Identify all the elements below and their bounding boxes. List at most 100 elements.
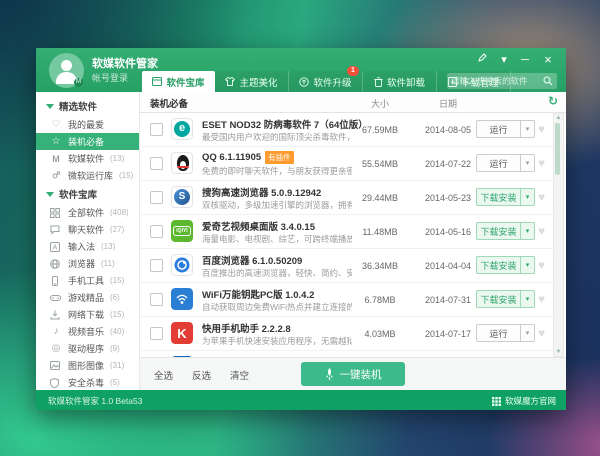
scrollbar-thumb[interactable] bbox=[555, 123, 560, 175]
search-icon[interactable] bbox=[543, 76, 553, 86]
close-button[interactable]: × bbox=[540, 53, 556, 67]
official-site-link[interactable]: 软媒魔方官网 bbox=[491, 395, 556, 407]
sidebar-item-all-software[interactable]: 全部软件 (408) bbox=[36, 204, 139, 221]
sidebar-item-ms-runtime[interactable]: 微软运行库 (15) bbox=[36, 167, 139, 184]
favorite-heart-icon[interactable]: ♥ bbox=[538, 292, 545, 306]
row-checkbox[interactable] bbox=[150, 123, 163, 136]
software-row[interactable]: QQ 6.1.11905有插件 免费的即时聊天软件，与朋友获得更亲密的沟通。 5… bbox=[140, 147, 554, 181]
row-checkbox[interactable] bbox=[150, 225, 163, 238]
install-button[interactable]: 下载安装 bbox=[476, 222, 521, 240]
sidebar-item-phone-tools[interactable]: 手机工具 (15) bbox=[36, 272, 139, 289]
install-button[interactable]: 下载安装 bbox=[476, 188, 521, 206]
sidebar-item-games[interactable]: 游戏精品 (6) bbox=[36, 289, 139, 306]
favorite-heart-icon[interactable]: ♥ bbox=[538, 190, 545, 204]
refresh-icon[interactable]: ↻ bbox=[548, 94, 558, 108]
action-dropdown-icon[interactable]: ▾ bbox=[521, 188, 535, 206]
sidebar: 精选软件 ♡ 我的最爱 ☆ 装机必备 M 软媒软件 (13) 微软运行库 (15… bbox=[36, 92, 140, 390]
software-date: 2014-04-04 bbox=[424, 261, 472, 271]
favorite-heart-icon[interactable]: ♥ bbox=[538, 258, 545, 272]
one-click-install-button[interactable]: 一键装机 bbox=[301, 362, 405, 386]
run-button[interactable]: 运行 bbox=[476, 324, 521, 342]
software-row[interactable]: K 快用手机助手 2.2.2.8 为苹果手机快速安装应用程序，无需越狱，含海量正… bbox=[140, 317, 554, 351]
software-row[interactable]: 百度浏览器 6.1.0.50209 百度推出的高速浏览器，轻快、简约、安全。 3… bbox=[140, 249, 554, 283]
tab-software-uninstall[interactable]: 软件卸载 bbox=[363, 71, 437, 92]
sidebar-item-input-method[interactable]: A 输入法 (13) bbox=[36, 238, 139, 255]
feedback-pen-icon[interactable] bbox=[474, 53, 490, 67]
action-button-group[interactable]: 下载安装 ▾ bbox=[476, 222, 535, 240]
grid-icon bbox=[50, 207, 62, 218]
avatar[interactable]: M bbox=[49, 53, 84, 88]
row-checkbox[interactable] bbox=[150, 259, 163, 272]
action-dropdown-icon[interactable]: ▾ bbox=[521, 222, 535, 240]
minimize-button[interactable]: ─ bbox=[517, 53, 533, 67]
sidebar-item-favorites[interactable]: ♡ 我的最爱 bbox=[36, 116, 139, 133]
software-desc: 百度推出的高速浏览器，轻快、简约、安全。 bbox=[202, 268, 352, 278]
software-name: 百度浏览器 6.1.0.50209 bbox=[202, 256, 303, 267]
software-date: 2014-05-16 bbox=[424, 227, 472, 237]
software-size: 29.44MB bbox=[361, 193, 399, 203]
software-row[interactable]: WiFi万能钥匙PC版 1.0.4.2 自动获取周边免费WiFi热点并建立连接的… bbox=[140, 283, 554, 317]
game-icon bbox=[50, 294, 62, 302]
m-logo-icon: M bbox=[52, 153, 60, 164]
sidebar-item-network-download[interactable]: 网络下载 (15) bbox=[36, 306, 139, 323]
row-checkbox[interactable] bbox=[150, 327, 163, 340]
tab-software-store[interactable]: 软件宝库 bbox=[142, 71, 215, 92]
invert-select-link[interactable]: 反选 bbox=[192, 368, 211, 382]
action-dropdown-icon[interactable]: ▾ bbox=[521, 154, 535, 172]
scrollbar[interactable]: ▲ ▼ bbox=[553, 113, 564, 357]
search-input[interactable]: 请输入想搜索的软件 bbox=[447, 73, 557, 89]
sidebar-item-essentials[interactable]: ☆ 装机必备 bbox=[36, 133, 139, 150]
sidebar-item-ruanmei-software[interactable]: M 软媒软件 (13) bbox=[36, 150, 139, 167]
favorite-heart-icon[interactable]: ♥ bbox=[538, 326, 545, 340]
software-desc: 自动获取周边免费WiFi热点并建立连接的电脑软件。 bbox=[202, 302, 352, 312]
scroll-up-icon[interactable]: ▲ bbox=[554, 114, 563, 122]
favorite-heart-icon[interactable]: ♥ bbox=[538, 122, 545, 136]
action-button-group[interactable]: 下载安装 ▾ bbox=[476, 188, 535, 206]
action-button-group[interactable]: 运行 ▾ bbox=[476, 120, 535, 138]
sidebar-item-video-music[interactable]: ♪ 视频音乐 (40) bbox=[36, 323, 139, 340]
row-checkbox[interactable] bbox=[150, 157, 163, 170]
clear-link[interactable]: 清空 bbox=[230, 368, 249, 382]
row-checkbox[interactable] bbox=[150, 293, 163, 306]
action-dropdown-icon[interactable]: ▾ bbox=[521, 290, 535, 308]
favorite-heart-icon[interactable]: ♥ bbox=[538, 156, 545, 170]
install-button[interactable]: 下载安装 bbox=[476, 290, 521, 308]
sidebar-item-drivers[interactable]: ◎ 驱动程序 (9) bbox=[36, 340, 139, 357]
image-icon bbox=[50, 361, 62, 370]
tab-software-upgrade[interactable]: 软件升级 1 bbox=[289, 66, 363, 92]
wifi-key-icon bbox=[171, 288, 193, 310]
sidebar-section-store[interactable]: 软件宝库 bbox=[36, 184, 139, 204]
row-checkbox[interactable] bbox=[150, 191, 163, 204]
action-button-group[interactable]: 运行 ▾ bbox=[476, 154, 535, 172]
select-all-link[interactable]: 全选 bbox=[154, 368, 173, 382]
cube-grid-icon bbox=[491, 396, 501, 406]
skin-menu-chevron-icon[interactable]: ▾ bbox=[496, 53, 512, 67]
run-button[interactable]: 运行 bbox=[476, 120, 521, 138]
software-size: 55.54MB bbox=[361, 159, 399, 169]
software-row[interactable]: iQIYI 爱奇艺视频桌面版 3.4.0.15 海量电影、电视剧、综艺，可跨终端… bbox=[140, 215, 554, 249]
browser-icon bbox=[50, 258, 62, 269]
action-button-group[interactable]: 下载安装 ▾ bbox=[476, 256, 535, 274]
run-button[interactable]: 运行 bbox=[476, 154, 521, 172]
action-button-group[interactable]: 运行 ▾ bbox=[476, 324, 535, 342]
tab-theme-beautify[interactable]: 主题美化 bbox=[215, 71, 289, 92]
software-desc: 免费的即时聊天软件，与朋友获得更亲密的沟通。 bbox=[202, 166, 352, 176]
action-dropdown-icon[interactable]: ▾ bbox=[521, 120, 535, 138]
sidebar-item-security[interactable]: 安全杀毒 (5) bbox=[36, 374, 139, 390]
chat-icon bbox=[50, 225, 62, 235]
sidebar-item-browsers[interactable]: 浏览器 (11) bbox=[36, 255, 139, 272]
install-button[interactable]: 下载安装 bbox=[476, 256, 521, 274]
software-row[interactable]: e ESET NOD32 防病毒软件 7（64位版） 最受国内用户欢迎的国际顶尖… bbox=[140, 113, 554, 147]
favorite-heart-icon[interactable]: ♥ bbox=[538, 224, 545, 238]
action-dropdown-icon[interactable]: ▾ bbox=[521, 256, 535, 274]
scroll-down-icon[interactable]: ▼ bbox=[554, 348, 563, 356]
music-icon: ♪ bbox=[53, 325, 59, 337]
account-login-link[interactable]: 帐号登录 bbox=[92, 71, 128, 84]
sidebar-item-graphics[interactable]: 图形图像 (31) bbox=[36, 357, 139, 374]
action-dropdown-icon[interactable]: ▾ bbox=[521, 324, 535, 342]
software-row[interactable]: S 搜狗高速浏览器 5.0.9.12942 双核驱动，多级加速引擎的浏览器，拥有… bbox=[140, 181, 554, 215]
action-button-group[interactable]: 下载安装 ▾ bbox=[476, 290, 535, 308]
sidebar-item-chat[interactable]: 聊天软件 (27) bbox=[36, 221, 139, 238]
software-desc: 最受国内用户欢迎的国际顶尖杀毒软件，占用资源极少防护超强。 bbox=[202, 132, 352, 142]
sidebar-section-featured[interactable]: 精选软件 bbox=[36, 96, 139, 116]
